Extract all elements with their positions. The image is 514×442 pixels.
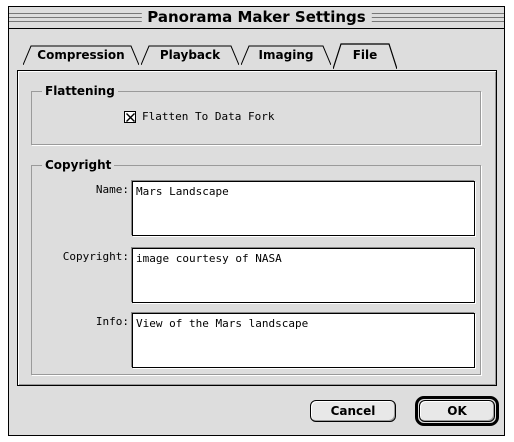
title-bar[interactable]: Panorama Maker Settings <box>9 7 504 29</box>
tab-compression[interactable]: Compression <box>23 45 139 65</box>
tab-playback[interactable]: Playback <box>141 45 239 65</box>
copyright-group-label: Copyright <box>42 157 115 173</box>
name-field-label: Name: <box>95 183 129 196</box>
flattening-group: Flattening Flatten To Data Fork <box>31 83 481 145</box>
flatten-checkbox[interactable] <box>124 111 136 123</box>
tab-file[interactable]: File <box>333 43 397 69</box>
checkbox-x-icon <box>126 113 135 122</box>
name-field[interactable]: Mars Landscape <box>132 181 475 236</box>
info-field-label: Info: <box>95 315 129 328</box>
copyright-field-label: Copyright: <box>62 250 129 263</box>
flatten-checkbox-label[interactable]: Flatten To Data Fork <box>142 110 274 124</box>
tab-imaging-label: Imaging <box>258 48 314 62</box>
window-title: Panorama Maker Settings <box>141 8 372 27</box>
copyright-group: Copyright Name: Mars Landscape Copyright… <box>31 157 481 375</box>
flattening-group-label: Flattening <box>42 83 118 99</box>
cancel-button[interactable]: Cancel <box>310 400 396 422</box>
tab-file-label: File <box>352 48 378 62</box>
info-field[interactable]: View of the Mars landscape <box>132 313 475 368</box>
file-tab-panel: Flattening Flatten To Data Fork Copyrigh… <box>17 70 497 386</box>
tab-playback-label: Playback <box>159 48 221 62</box>
tab-bar: Compression Playback Imaging File <box>9 29 504 69</box>
tab-imaging[interactable]: Imaging <box>241 45 331 65</box>
copyright-field[interactable]: image courtesy of NASA <box>132 248 475 303</box>
tab-compression-label: Compression <box>37 48 125 62</box>
settings-window: Panorama Maker Settings Compression Play… <box>8 6 505 436</box>
ok-button[interactable]: OK <box>419 400 495 422</box>
